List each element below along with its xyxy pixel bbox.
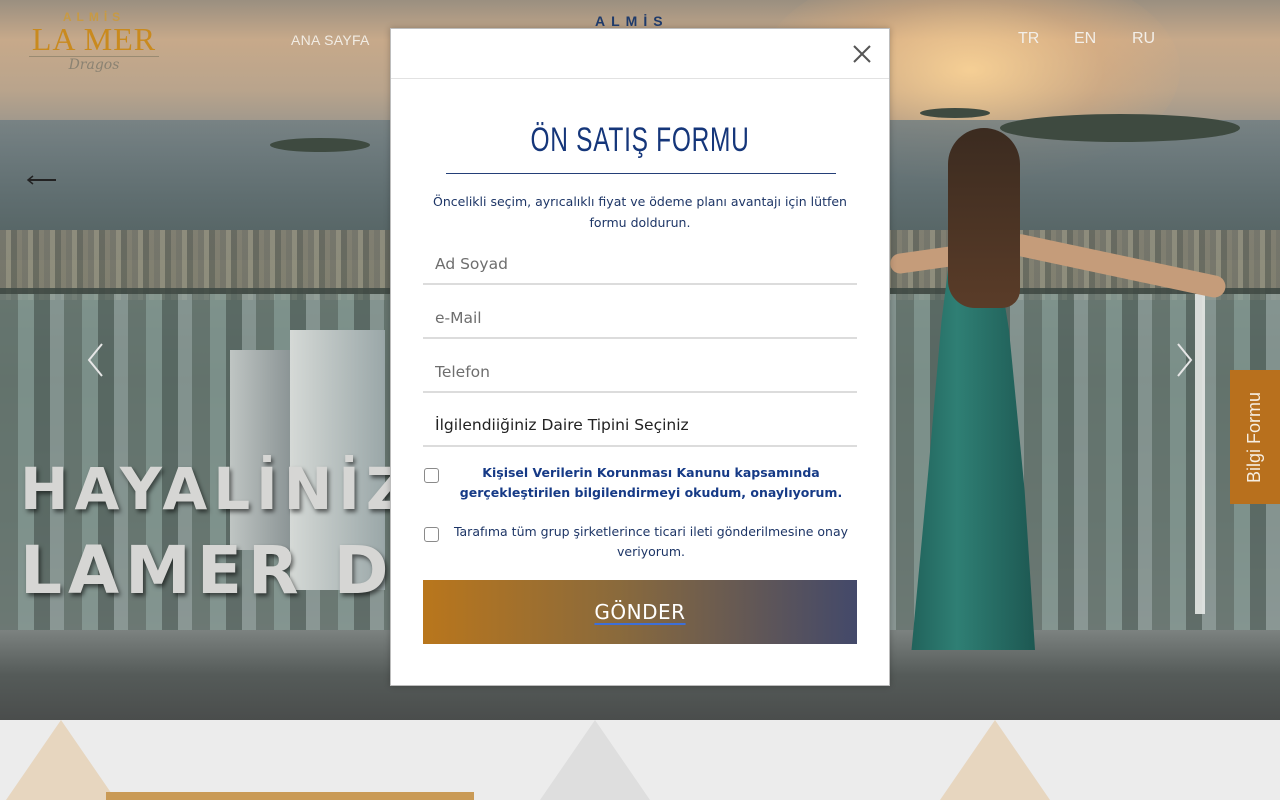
hero-island — [1000, 114, 1240, 142]
site-logo[interactable]: ALMİS LA MER Dragos — [24, 10, 164, 90]
chevron-right-icon[interactable] — [1174, 342, 1194, 378]
hero-headline-line1: HAYALİNİZİ — [20, 455, 442, 523]
hero-woman-hair — [948, 128, 1020, 308]
decor-triangle — [940, 720, 1050, 800]
submit-button-label: GÖNDER — [594, 600, 686, 624]
submit-button[interactable]: GÖNDER — [423, 580, 857, 644]
section-accent-bar — [106, 792, 474, 800]
apartment-type-select[interactable]: İlgilendiiğiniz Daire Tipini Seçiniz — [423, 407, 857, 447]
kvkk-consent-label: Kişisel Verilerin Korunması Kanunu kapsa… — [459, 465, 843, 500]
content-section — [0, 720, 1280, 800]
arrow-left-icon[interactable] — [26, 170, 58, 185]
info-form-tab-label: Bilgi Formu — [1244, 391, 1265, 483]
marketing-consent-checkbox[interactable] — [424, 527, 439, 542]
nav-home-link[interactable]: ANA SAYFA — [291, 32, 370, 48]
phone-field[interactable] — [423, 353, 857, 393]
marketing-consent-label: Tarafıma tüm grup şirketlerince ticari i… — [453, 524, 849, 559]
decor-triangle — [540, 720, 650, 800]
modal-brand-logo: ALMİS — [595, 13, 669, 29]
kvkk-consent-checkbox[interactable] — [424, 468, 439, 483]
title-divider — [446, 173, 836, 174]
chevron-left-icon[interactable] — [86, 342, 106, 378]
hero-headline-line2: LAMER D — [20, 532, 395, 609]
form-subtitle: Öncelikli seçim, ayrıcalıklı fiyat ve öd… — [433, 194, 847, 230]
hero-island — [920, 108, 990, 118]
logo-brand-sub: Dragos — [68, 57, 120, 73]
decor-triangle — [6, 720, 116, 800]
name-field[interactable] — [423, 245, 857, 285]
lang-en-link[interactable]: EN — [1074, 30, 1096, 48]
close-icon[interactable] — [851, 43, 873, 65]
lang-ru-link[interactable]: RU — [1132, 30, 1155, 48]
modal-header — [391, 29, 889, 79]
hero-island — [270, 138, 370, 152]
lang-tr-link[interactable]: TR — [1018, 30, 1039, 48]
form-title: ÖN SATIŞ FORMU — [530, 121, 750, 159]
presale-form-modal: ALMİS ÖN SATIŞ FORMU Öncelikli seçim, ay… — [390, 13, 890, 686]
info-form-tab[interactable]: Bilgi Formu — [1230, 370, 1280, 504]
logo-brand-main: LA MER — [31, 21, 157, 57]
hero-window-frame — [1195, 294, 1205, 614]
email-field[interactable] — [423, 299, 857, 339]
